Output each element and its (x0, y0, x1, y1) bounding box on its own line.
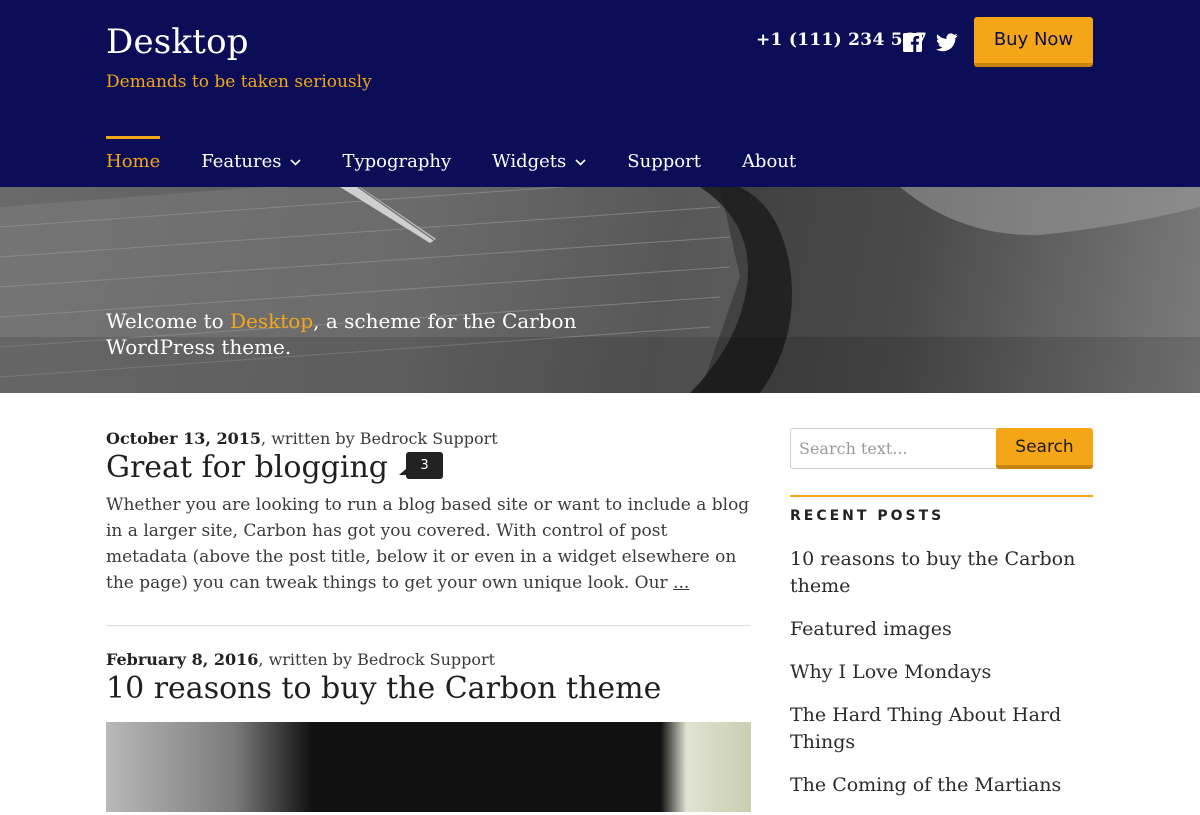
nav-item-widgets[interactable]: Widgets (492, 136, 586, 187)
nav-item-typography[interactable]: Typography (342, 136, 451, 187)
post-date[interactable]: October 13, 2015 (106, 429, 261, 448)
recent-post-link[interactable]: Featured images (790, 616, 1090, 643)
recent-post-link[interactable]: The Hard Thing About Hard Things (790, 702, 1090, 756)
post-article: October 13, 2015, written by Bedrock Sup… (106, 429, 751, 596)
hero-site-link[interactable]: Desktop (230, 309, 313, 333)
nav-item-label: Typography (342, 151, 452, 172)
nav-item-label: Support (627, 151, 701, 172)
post-title[interactable]: Great for blogging (106, 450, 388, 485)
nav-item-support[interactable]: Support (627, 136, 701, 187)
recent-post-link[interactable]: The Coming of the Martians (790, 772, 1090, 799)
post-featured-image[interactable] (106, 722, 751, 812)
nav-item-label: Features (201, 151, 282, 172)
site-header: Desktop Demands to be taken seriously +1… (0, 0, 1200, 187)
site-tagline: Demands to be taken seriously (106, 72, 372, 92)
phone-number[interactable]: +1 (111) 234 567 (756, 30, 927, 50)
recent-post-link[interactable]: Why I Love Mondays (790, 659, 1090, 686)
hero-background-image (0, 187, 1200, 393)
post-excerpt-text: Whether you are looking to run a blog ba… (106, 495, 750, 593)
read-more-link[interactable]: ... (673, 573, 689, 593)
nav-item-label: Widgets (492, 151, 567, 172)
post-meta: October 13, 2015, written by Bedrock Sup… (106, 429, 751, 448)
post-meta: February 8, 2016, written by Bedrock Sup… (106, 650, 751, 669)
hero-banner: Welcome to Desktop, a scheme for the Car… (0, 187, 1200, 393)
nav-item-features[interactable]: Features (201, 136, 302, 187)
facebook-icon[interactable] (903, 33, 922, 52)
main-content: October 13, 2015, written by Bedrock Sup… (0, 393, 1200, 812)
twitter-icon[interactable] (936, 33, 958, 52)
post-title[interactable]: 10 reasons to buy the Carbon theme (106, 671, 661, 706)
chevron-down-icon (290, 159, 302, 166)
post-excerpt: Whether you are looking to run a blog ba… (106, 492, 751, 596)
search-button[interactable]: Search (996, 428, 1093, 469)
recent-post-link[interactable]: 10 reasons to buy the Carbon theme (790, 546, 1090, 600)
search-widget: Search (790, 428, 1093, 469)
widget-divider (790, 495, 1093, 497)
search-input[interactable] (790, 428, 1004, 469)
post-divider (106, 625, 751, 626)
post-byline: , written by Bedrock Support (258, 650, 496, 669)
post-title-row: Great for blogging 3 (106, 450, 751, 485)
post-article: February 8, 2016, written by Bedrock Sup… (106, 650, 751, 706)
nav-item-home[interactable]: Home (106, 136, 161, 187)
nav-item-label: Home (106, 151, 161, 172)
post-title-row: 10 reasons to buy the Carbon theme (106, 671, 751, 706)
chevron-down-icon (575, 159, 586, 166)
post-byline: , written by Bedrock Support (261, 429, 498, 448)
post-date[interactable]: February 8, 2016 (106, 650, 258, 669)
recent-posts-list: 10 reasons to buy the Carbon theme Featu… (790, 546, 1090, 815)
hero-text-prefix: Welcome to (106, 309, 230, 333)
buy-now-button[interactable]: Buy Now (974, 17, 1093, 67)
comment-count-badge[interactable]: 3 (398, 452, 443, 479)
main-nav: Home Features Typography Widgets Support… (106, 136, 837, 187)
site-title[interactable]: Desktop (106, 22, 249, 62)
nav-item-label: About (741, 151, 797, 172)
recent-posts-title: RECENT POSTS (790, 508, 945, 524)
nav-item-about[interactable]: About (742, 136, 796, 187)
hero-welcome-text: Welcome to Desktop, a scheme for the Car… (106, 308, 626, 360)
